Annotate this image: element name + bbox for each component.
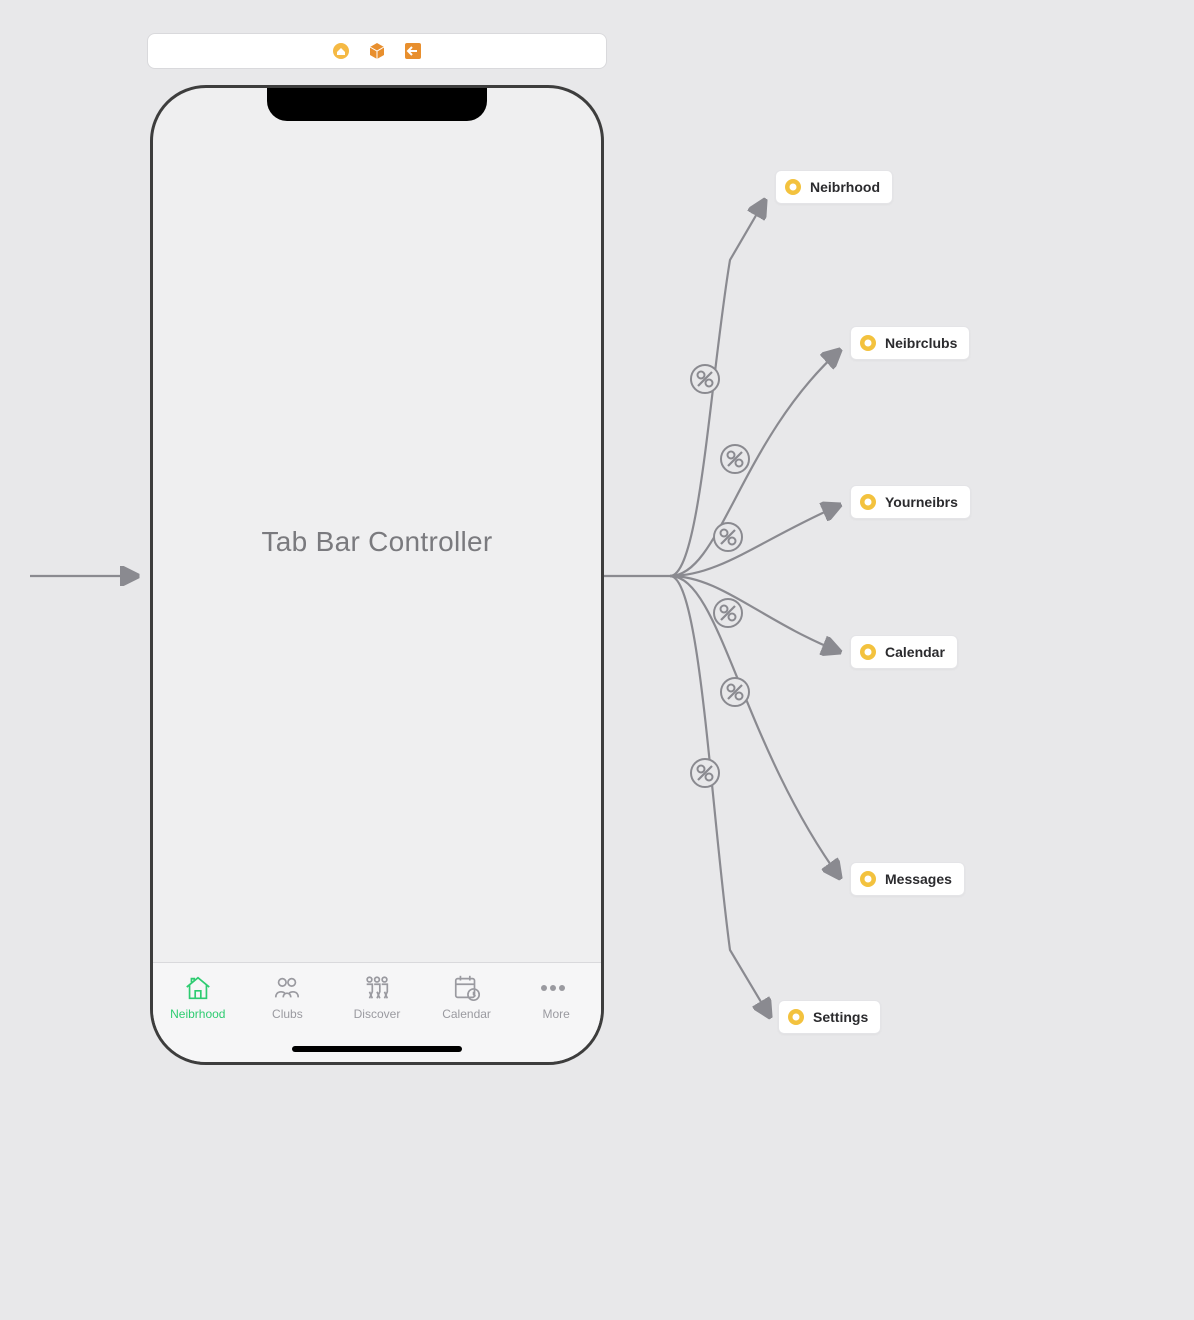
segue-badge xyxy=(714,523,742,551)
segue-target-yourneibrs[interactable]: Yourneibrs xyxy=(850,485,971,519)
segue-target-neibrclubs[interactable]: Neibrclubs xyxy=(850,326,970,360)
segue-badge xyxy=(721,678,749,706)
tab-clubs[interactable]: Clubs xyxy=(243,973,333,1021)
tab-label: Neibrhood xyxy=(170,1007,225,1021)
segue-badge xyxy=(691,759,719,787)
tab-label: More xyxy=(543,1007,570,1021)
viewcontroller-icon xyxy=(859,493,877,511)
more-dots-icon xyxy=(541,973,571,1003)
viewcontroller-icon xyxy=(859,870,877,888)
segue-badge xyxy=(721,445,749,473)
viewcontroller-icon xyxy=(859,334,877,352)
chip-label: Calendar xyxy=(885,644,945,660)
cube-icon[interactable] xyxy=(368,42,386,60)
segue-target-settings[interactable]: Settings xyxy=(778,1000,881,1034)
tab-neibrhood[interactable]: Neibrhood xyxy=(153,973,243,1021)
segue-target-calendar[interactable]: Calendar xyxy=(850,635,958,669)
segue-target-neibrhood[interactable]: Neibrhood xyxy=(775,170,893,204)
chip-label: Messages xyxy=(885,871,952,887)
chip-label: Yourneibrs xyxy=(885,494,958,510)
home-circle-icon[interactable] xyxy=(332,42,350,60)
tab-more[interactable]: More xyxy=(511,973,601,1021)
segue-target-messages[interactable]: Messages xyxy=(850,862,965,896)
calendar-clock-icon xyxy=(452,973,482,1003)
viewcontroller-icon xyxy=(859,643,877,661)
segue-badge xyxy=(691,365,719,393)
home-indicator xyxy=(292,1046,462,1052)
tab-label: Calendar xyxy=(442,1007,491,1021)
scene-title: Tab Bar Controller xyxy=(153,526,601,558)
exit-icon[interactable] xyxy=(404,42,422,60)
people-group-icon xyxy=(272,973,302,1003)
tab-discover[interactable]: Discover xyxy=(332,973,422,1021)
tab-label: Clubs xyxy=(272,1007,303,1021)
house-icon xyxy=(183,973,213,1003)
tab-calendar[interactable]: Calendar xyxy=(422,973,512,1021)
storyboard-toolbar[interactable] xyxy=(147,33,607,69)
viewcontroller-icon xyxy=(787,1008,805,1026)
viewcontroller-icon xyxy=(784,178,802,196)
segue-badge xyxy=(714,599,742,627)
device-notch xyxy=(267,85,487,121)
tab-label: Discover xyxy=(354,1007,401,1021)
figures-icon xyxy=(362,973,392,1003)
chip-label: Neibrclubs xyxy=(885,335,957,351)
iphone-device-frame: Tab Bar Controller Neibrhood Clubs Disco… xyxy=(150,85,604,1065)
chip-label: Neibrhood xyxy=(810,179,880,195)
chip-label: Settings xyxy=(813,1009,868,1025)
